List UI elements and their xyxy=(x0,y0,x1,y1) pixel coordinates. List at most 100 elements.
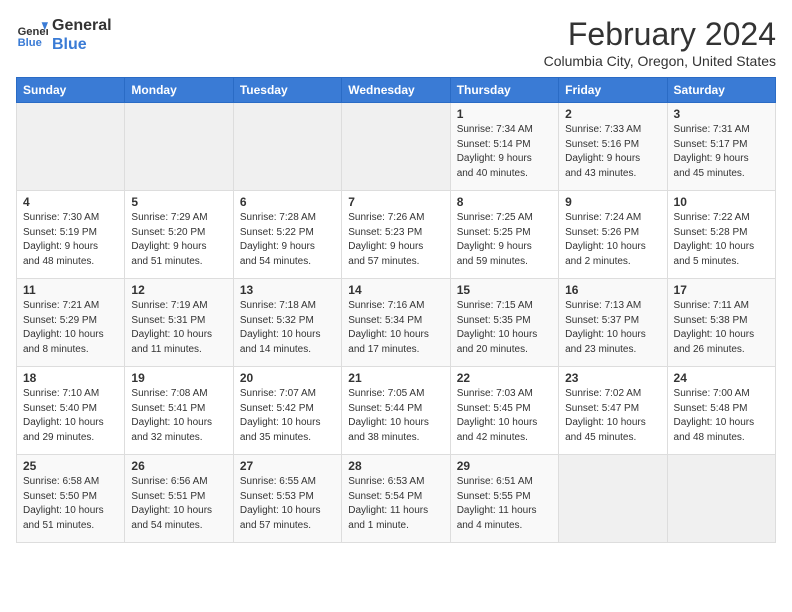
day-number: 5 xyxy=(131,195,226,209)
calendar-cell: 16 Sunrise: 7:13 AM Sunset: 5:37 PM Dayli… xyxy=(559,279,667,367)
day-info: Sunrise: 7:24 AM Sunset: 5:26 PM Dayligh… xyxy=(565,211,660,269)
calendar-cell: 7 Sunrise: 7:26 AM Sunset: 5:23 PM Daylig… xyxy=(342,191,450,279)
calendar-cell: 19Sunrise: 7:08 AM Sunset: 5:41 PM Dayli… xyxy=(125,367,233,455)
calendar-cell: 26 Sunrise: 6:56 AM Sunset: 5:51 PM Dayli… xyxy=(125,455,233,543)
calendar-cell xyxy=(667,455,775,543)
day-number: 10 xyxy=(674,195,769,209)
day-info: Sunrise: 7:10 AM Sunset: 5:40 PM Dayligh… xyxy=(23,387,118,445)
calendar-cell: 4 Sunrise: 7:30 AM Sunset: 5:19 PM Daylig… xyxy=(17,191,125,279)
logo-icon: General Blue xyxy=(16,19,48,51)
header-saturday: Saturday xyxy=(667,78,775,103)
calendar-cell: 5 Sunrise: 7:29 AM Sunset: 5:20 PM Daylig… xyxy=(125,191,233,279)
day-number: 26 xyxy=(131,459,226,473)
day-number: 9 xyxy=(565,195,660,209)
day-info: Sunrise: 7:03 AM Sunset: 5:45 PM Dayligh… xyxy=(457,387,552,445)
day-number: 28 xyxy=(348,459,443,473)
day-number: 4 xyxy=(23,195,118,209)
svg-text:General: General xyxy=(18,26,48,38)
day-number: 3 xyxy=(674,107,769,121)
day-info: Sunrise: 7:18 AM Sunset: 5:32 PM Dayligh… xyxy=(240,299,335,357)
svg-text:Blue: Blue xyxy=(18,37,42,49)
calendar-cell xyxy=(342,103,450,191)
day-info: Sunrise: 6:55 AM Sunset: 5:53 PM Dayligh… xyxy=(240,475,335,533)
header-thursday: Thursday xyxy=(450,78,558,103)
calendar-cell: 9 Sunrise: 7:24 AM Sunset: 5:26 PM Daylig… xyxy=(559,191,667,279)
calendar-cell xyxy=(233,103,341,191)
day-number: 24 xyxy=(674,371,769,385)
calendar-body: 1Sunrise: 7:34 AM Sunset: 5:14 PM Daylig… xyxy=(17,103,776,543)
day-number: 25 xyxy=(23,459,118,473)
calendar-header: SundayMondayTuesdayWednesdayThursdayFrid… xyxy=(17,78,776,103)
header-row: SundayMondayTuesdayWednesdayThursdayFrid… xyxy=(17,78,776,103)
day-number: 11 xyxy=(23,283,118,297)
day-number: 27 xyxy=(240,459,335,473)
day-info: Sunrise: 7:13 AM Sunset: 5:37 PM Dayligh… xyxy=(565,299,660,357)
week-row-0: 1Sunrise: 7:34 AM Sunset: 5:14 PM Daylig… xyxy=(17,103,776,191)
calendar-cell: 27 Sunrise: 6:55 AM Sunset: 5:53 PM Dayli… xyxy=(233,455,341,543)
calendar-table: SundayMondayTuesdayWednesdayThursdayFrid… xyxy=(16,77,776,543)
day-number: 22 xyxy=(457,371,552,385)
day-number: 7 xyxy=(348,195,443,209)
day-number: 17 xyxy=(674,283,769,297)
calendar-cell: 14Sunrise: 7:16 AM Sunset: 5:34 PM Dayli… xyxy=(342,279,450,367)
calendar-cell: 11 Sunrise: 7:21 AM Sunset: 5:29 PM Dayli… xyxy=(17,279,125,367)
calendar-cell: 23Sunrise: 7:02 AM Sunset: 5:47 PM Dayli… xyxy=(559,367,667,455)
day-number: 8 xyxy=(457,195,552,209)
calendar-cell: 28 Sunrise: 6:53 AM Sunset: 5:54 PM Dayli… xyxy=(342,455,450,543)
day-info: Sunrise: 7:19 AM Sunset: 5:31 PM Dayligh… xyxy=(131,299,226,357)
calendar-cell: 10 Sunrise: 7:22 AM Sunset: 5:28 PM Dayli… xyxy=(667,191,775,279)
day-info: Sunrise: 7:33 AM Sunset: 5:16 PM Dayligh… xyxy=(565,123,660,181)
day-info: Sunrise: 7:28 AM Sunset: 5:22 PM Dayligh… xyxy=(240,211,335,269)
day-info: Sunrise: 7:26 AM Sunset: 5:23 PM Dayligh… xyxy=(348,211,443,269)
day-info: Sunrise: 6:56 AM Sunset: 5:51 PM Dayligh… xyxy=(131,475,226,533)
day-info: Sunrise: 7:29 AM Sunset: 5:20 PM Dayligh… xyxy=(131,211,226,269)
calendar-cell: 6 Sunrise: 7:28 AM Sunset: 5:22 PM Daylig… xyxy=(233,191,341,279)
calendar-cell: 15 Sunrise: 7:15 AM Sunset: 5:35 PM Dayli… xyxy=(450,279,558,367)
location-subtitle: Columbia City, Oregon, United States xyxy=(544,53,776,69)
day-info: Sunrise: 6:53 AM Sunset: 5:54 PM Dayligh… xyxy=(348,475,443,533)
calendar-cell xyxy=(559,455,667,543)
header-monday: Monday xyxy=(125,78,233,103)
day-info: Sunrise: 6:51 AM Sunset: 5:55 PM Dayligh… xyxy=(457,475,552,533)
day-number: 1 xyxy=(457,107,552,121)
calendar-cell xyxy=(17,103,125,191)
header-tuesday: Tuesday xyxy=(233,78,341,103)
day-number: 16 xyxy=(565,283,660,297)
month-title: February 2024 xyxy=(544,16,776,53)
calendar-cell: 2 Sunrise: 7:33 AM Sunset: 5:16 PM Daylig… xyxy=(559,103,667,191)
page-header: General Blue General Blue February 2024 … xyxy=(16,16,776,69)
day-info: Sunrise: 7:11 AM Sunset: 5:38 PM Dayligh… xyxy=(674,299,769,357)
logo-general: General xyxy=(52,16,112,35)
day-info: Sunrise: 7:08 AM Sunset: 5:41 PM Dayligh… xyxy=(131,387,226,445)
calendar-cell: 24 Sunrise: 7:00 AM Sunset: 5:48 PM Dayli… xyxy=(667,367,775,455)
day-number: 2 xyxy=(565,107,660,121)
day-info: Sunrise: 7:31 AM Sunset: 5:17 PM Dayligh… xyxy=(674,123,769,181)
day-info: Sunrise: 7:00 AM Sunset: 5:48 PM Dayligh… xyxy=(674,387,769,445)
day-number: 6 xyxy=(240,195,335,209)
calendar-cell: 3 Sunrise: 7:31 AM Sunset: 5:17 PM Daylig… xyxy=(667,103,775,191)
logo-blue: Blue xyxy=(52,35,112,54)
header-friday: Friday xyxy=(559,78,667,103)
header-wednesday: Wednesday xyxy=(342,78,450,103)
calendar-cell: 22 Sunrise: 7:03 AM Sunset: 5:45 PM Dayli… xyxy=(450,367,558,455)
day-number: 15 xyxy=(457,283,552,297)
calendar-cell: 12 Sunrise: 7:19 AM Sunset: 5:31 PM Dayli… xyxy=(125,279,233,367)
day-info: Sunrise: 7:15 AM Sunset: 5:35 PM Dayligh… xyxy=(457,299,552,357)
day-number: 20 xyxy=(240,371,335,385)
day-info: Sunrise: 7:22 AM Sunset: 5:28 PM Dayligh… xyxy=(674,211,769,269)
week-row-1: 4 Sunrise: 7:30 AM Sunset: 5:19 PM Daylig… xyxy=(17,191,776,279)
week-row-2: 11 Sunrise: 7:21 AM Sunset: 5:29 PM Dayli… xyxy=(17,279,776,367)
week-row-3: 18Sunrise: 7:10 AM Sunset: 5:40 PM Dayli… xyxy=(17,367,776,455)
day-info: Sunrise: 7:07 AM Sunset: 5:42 PM Dayligh… xyxy=(240,387,335,445)
day-info: Sunrise: 7:30 AM Sunset: 5:19 PM Dayligh… xyxy=(23,211,118,269)
day-info: Sunrise: 7:16 AM Sunset: 5:34 PM Dayligh… xyxy=(348,299,443,357)
calendar-cell: 25Sunrise: 6:58 AM Sunset: 5:50 PM Dayli… xyxy=(17,455,125,543)
day-info: Sunrise: 7:02 AM Sunset: 5:47 PM Dayligh… xyxy=(565,387,660,445)
calendar-cell: 18Sunrise: 7:10 AM Sunset: 5:40 PM Dayli… xyxy=(17,367,125,455)
calendar-cell: 1Sunrise: 7:34 AM Sunset: 5:14 PM Daylig… xyxy=(450,103,558,191)
calendar-cell: 29Sunrise: 6:51 AM Sunset: 5:55 PM Dayli… xyxy=(450,455,558,543)
day-info: Sunrise: 7:21 AM Sunset: 5:29 PM Dayligh… xyxy=(23,299,118,357)
calendar-cell: 21Sunrise: 7:05 AM Sunset: 5:44 PM Dayli… xyxy=(342,367,450,455)
day-number: 12 xyxy=(131,283,226,297)
week-row-4: 25Sunrise: 6:58 AM Sunset: 5:50 PM Dayli… xyxy=(17,455,776,543)
